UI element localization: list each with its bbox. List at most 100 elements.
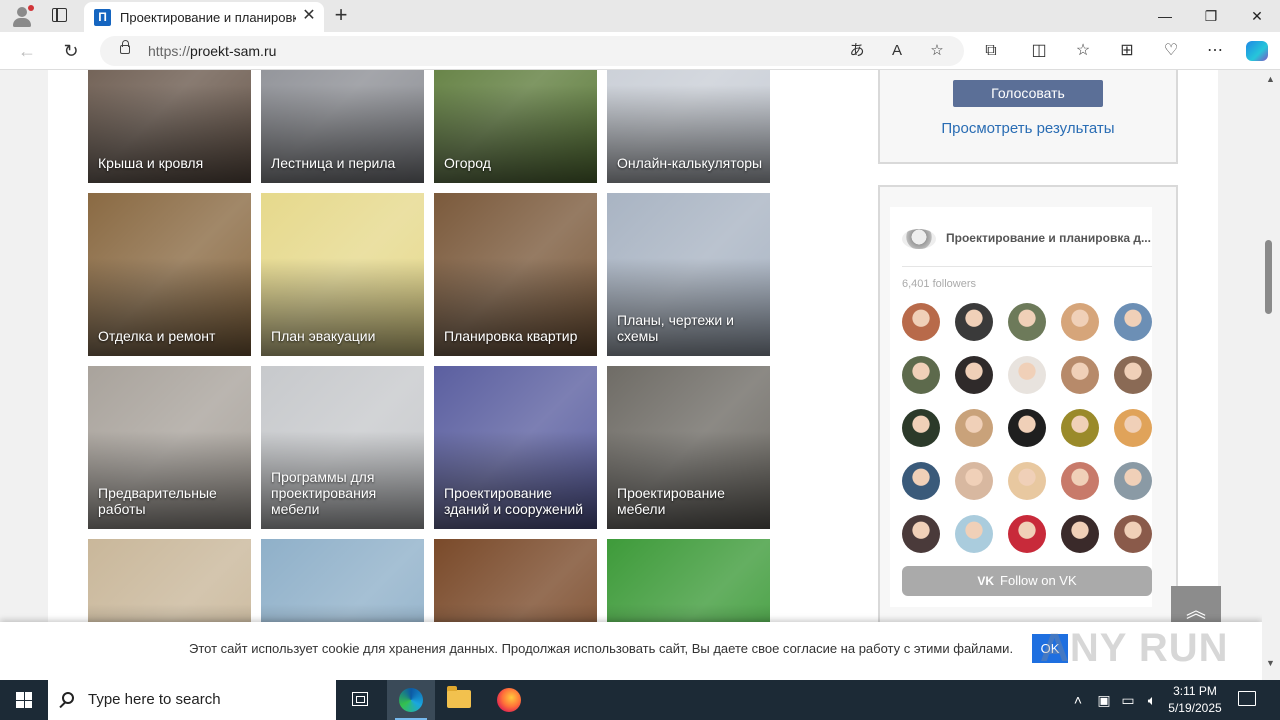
follower-avatar[interactable] (1008, 515, 1046, 553)
follower-avatar[interactable] (902, 409, 940, 447)
follower-avatar[interactable] (902, 515, 940, 553)
divider (902, 266, 1152, 267)
follower-avatar[interactable] (1114, 303, 1152, 341)
category-tile[interactable]: Программы для проектирования мебели (261, 366, 424, 529)
category-tile[interactable]: Проектирование зданий и сооружений (434, 366, 597, 529)
favorite-star-icon[interactable]: ☆ (926, 40, 948, 62)
taskbar-file-explorer[interactable] (435, 680, 483, 720)
follower-avatar[interactable] (1008, 356, 1046, 394)
scroll-down-icon[interactable]: ▼ (1266, 658, 1275, 668)
tab-actions-icon[interactable] (52, 8, 67, 22)
profile-icon[interactable] (10, 5, 34, 27)
follower-avatar[interactable] (1114, 356, 1152, 394)
start-button[interactable] (0, 680, 48, 720)
follower-avatar[interactable] (1061, 462, 1099, 500)
notifications-icon[interactable] (1238, 691, 1256, 706)
more-icon[interactable]: ⋯ (1202, 39, 1228, 63)
page-content: Крыша и кровля Лестница и перила Огород Онл… (48, 70, 1218, 680)
edge-icon (399, 688, 423, 712)
tab-title: Проектирование и планировка д (120, 10, 296, 25)
split-screen-icon[interactable]: ◫ (1026, 39, 1052, 63)
clock-time: 3:11 PM (1173, 684, 1217, 698)
community-title[interactable]: Проектирование и планировка д... (946, 231, 1152, 245)
search-placeholder: Type here to search (88, 691, 221, 708)
favorites-icon[interactable]: ☆ (1070, 39, 1096, 63)
follower-avatar[interactable] (1114, 515, 1152, 553)
follower-avatar[interactable] (1114, 409, 1152, 447)
tile-caption: Отделка и ремонт (98, 328, 216, 344)
category-tile[interactable]: Предварительные работы (88, 366, 251, 529)
follower-avatar[interactable] (1061, 303, 1099, 341)
tab-bar: П Проектирование и планировка д ✕ + — ❐ … (0, 0, 1280, 32)
follower-avatar[interactable] (955, 462, 993, 500)
category-tile[interactable]: Планы, чертежи и схемы (607, 193, 770, 356)
address-bar[interactable]: https://proekt-sam.ru あ A ☆ (100, 36, 964, 66)
tile-caption: Крыша и кровля (98, 155, 204, 171)
read-aloud-icon[interactable]: A (886, 40, 908, 62)
category-tile[interactable]: Проектирование мебели (607, 366, 770, 529)
lock-icon[interactable] (120, 40, 130, 54)
scrollbar[interactable]: ▲ ▼ (1262, 70, 1280, 680)
tile-caption: Проектирование мебели (617, 485, 725, 517)
folder-icon (447, 686, 471, 708)
follower-avatar[interactable] (1061, 409, 1099, 447)
taskbar: Type here to search ˄ ▣ ▭ 🔈︎ 3:11 PM 5/1… (0, 680, 1280, 720)
url-text[interactable]: https://proekt-sam.ru (148, 43, 276, 59)
category-tile[interactable]: Планировка квартир (434, 193, 597, 356)
taskbar-firefox[interactable] (485, 680, 533, 720)
cookie-banner: Этот сайт использует cookie для хранения… (0, 622, 1262, 680)
follower-avatar[interactable] (1008, 462, 1046, 500)
taskbar-edge[interactable] (387, 680, 435, 720)
follower-avatar[interactable] (1114, 462, 1152, 500)
tile-caption: Программы для проектирования мебели (271, 469, 377, 517)
copilot-icon[interactable] (1246, 41, 1268, 61)
category-tile[interactable]: Онлайн-калькуляторы (607, 70, 770, 183)
category-tile[interactable]: Огород (434, 70, 597, 183)
follower-avatar[interactable] (1061, 515, 1099, 553)
translate-icon[interactable]: あ (846, 40, 868, 62)
taskbar-search[interactable]: Type here to search (48, 680, 336, 720)
extensions-icon[interactable]: ⧉ (978, 39, 1004, 63)
category-tile[interactable]: План эвакуации (261, 193, 424, 356)
category-tile[interactable]: Крыша и кровля (88, 70, 251, 183)
follower-avatar[interactable] (902, 356, 940, 394)
category-tile[interactable]: Лестница и перила (261, 70, 424, 183)
performance-icon[interactable]: ♡ (1158, 39, 1184, 63)
community-logo-icon[interactable] (902, 229, 936, 249)
device-icon[interactable]: ▣ (1094, 680, 1114, 720)
clock[interactable]: 3:11 PM 5/19/2025 (1162, 683, 1228, 717)
close-window-icon[interactable]: ✕ (1234, 0, 1280, 32)
followers-count: 6,401 followers (902, 278, 976, 290)
tile-caption: Проектирование зданий и сооружений (444, 485, 584, 517)
new-tab-icon[interactable]: + (330, 4, 352, 26)
back-icon[interactable]: ← (14, 39, 40, 63)
category-tile[interactable]: Отделка и ремонт (88, 193, 251, 356)
cookie-text: Этот сайт использует cookie для хранения… (189, 641, 1014, 656)
task-view-button[interactable] (336, 680, 384, 720)
watermark: ANY RUN (1040, 626, 1229, 670)
follow-on-vk-button[interactable]: VK Follow on VK (902, 566, 1152, 596)
vk-widget-box: Проектирование и планировка д... 6,401 f… (878, 185, 1178, 635)
follower-avatar[interactable] (955, 303, 993, 341)
follower-avatar[interactable] (1008, 303, 1046, 341)
vote-button[interactable]: Голосовать (953, 80, 1103, 107)
collections-icon[interactable]: ⊞ (1114, 39, 1140, 63)
follower-avatar[interactable] (955, 409, 993, 447)
follower-avatar[interactable] (955, 356, 993, 394)
maximize-icon[interactable]: ❐ (1188, 0, 1234, 32)
follower-avatar[interactable] (902, 462, 940, 500)
follower-avatar[interactable] (902, 303, 940, 341)
refresh-icon[interactable]: ↻ (58, 39, 84, 63)
follower-avatar[interactable] (1008, 409, 1046, 447)
follower-avatar[interactable] (1061, 356, 1099, 394)
minimize-icon[interactable]: — (1142, 0, 1188, 32)
volume-icon[interactable]: 🔈︎ (1142, 680, 1162, 720)
tab-close-icon[interactable]: ✕ (300, 7, 318, 25)
follower-avatar[interactable] (955, 515, 993, 553)
scrollbar-thumb[interactable] (1265, 240, 1272, 314)
browser-tab[interactable]: П Проектирование и планировка д ✕ (84, 2, 324, 32)
results-link[interactable]: Просмотреть результаты (880, 120, 1176, 137)
scroll-up-icon[interactable]: ▲ (1266, 74, 1275, 84)
chevron-up-icon[interactable]: ˄ (1068, 680, 1088, 720)
network-icon[interactable]: ▭ (1118, 680, 1138, 720)
